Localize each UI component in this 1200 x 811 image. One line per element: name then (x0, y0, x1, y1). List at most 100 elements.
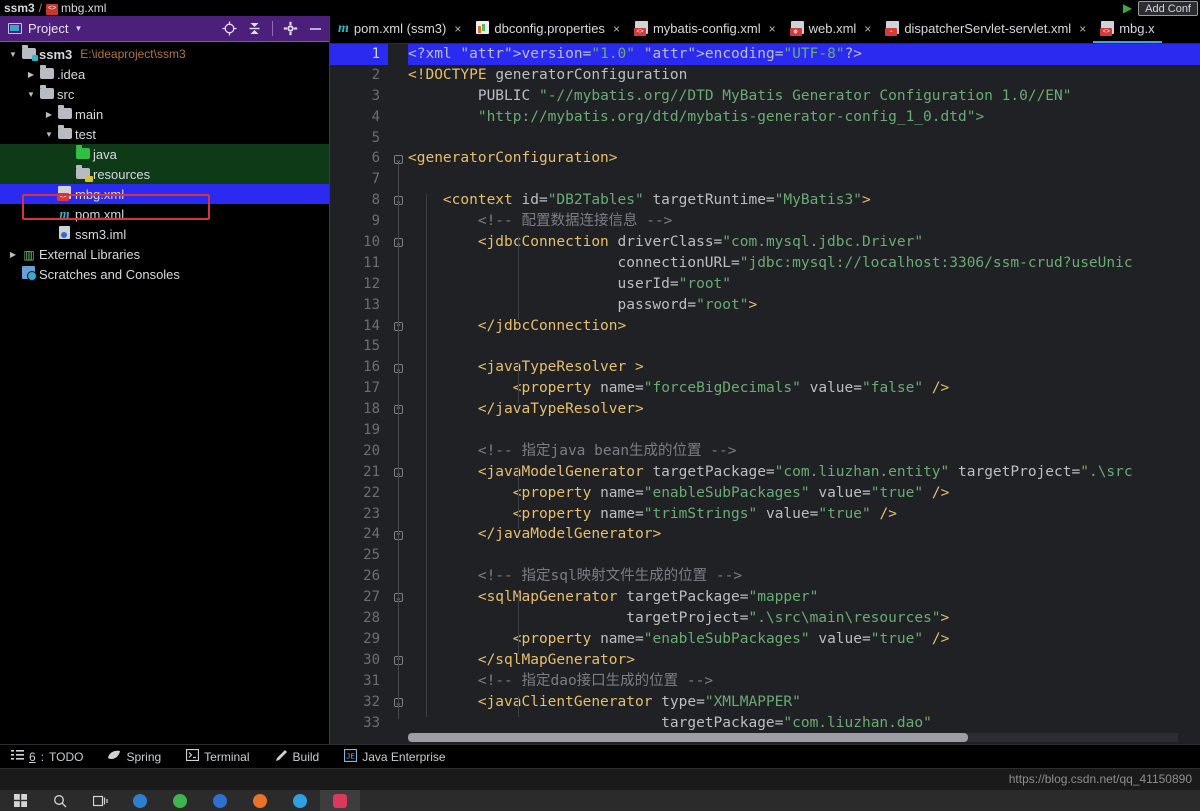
chevron-right-icon[interactable]: ▶ (6, 250, 20, 259)
close-icon[interactable]: × (613, 22, 620, 36)
editor-tab-pom-xml-ssm3-[interactable]: mpom.xml (ssm3)× (330, 16, 468, 43)
editor-tab-bar[interactable]: mpom.xml (ssm3)×dbconfig.properties×myba… (330, 16, 1200, 44)
tree-node-ssm3[interactable]: ▼ssm3E:\ideaproject\ssm3 (0, 44, 329, 64)
folder-icon (56, 127, 73, 142)
line-number: 31 (330, 671, 388, 692)
tree-node-label: .idea (57, 67, 85, 82)
taskbar-intellij-idea-icon[interactable] (320, 790, 360, 811)
taskbar-search-icon[interactable] (40, 790, 80, 811)
tool-window-button-build[interactable]: Build (264, 749, 334, 765)
tree-node-src[interactable]: ▼src (0, 84, 329, 104)
taskbar-cloud-app-icon[interactable] (280, 790, 320, 811)
spring-leaf-icon (107, 749, 121, 765)
tree-node-mbg-xml[interactable]: mbg.xml (0, 184, 329, 204)
editor-horizontal-scrollbar[interactable] (408, 733, 1178, 742)
close-icon[interactable]: × (454, 22, 461, 36)
chevron-down-icon[interactable]: ▼ (42, 130, 56, 139)
scrollbar-thumb[interactable] (408, 733, 968, 742)
line-number: 6 (330, 148, 388, 169)
chevron-right-icon[interactable]: ▶ (24, 70, 38, 79)
locate-icon[interactable] (222, 21, 237, 36)
folder-icon (56, 107, 73, 122)
fold-region-line (398, 706, 399, 719)
settings-gear-icon[interactable] (283, 21, 298, 36)
taskbar-edge-browser-icon[interactable] (120, 790, 160, 811)
code-line: <javaClientGenerator type="XMLMAPPER" (408, 692, 1200, 713)
close-icon[interactable]: × (1079, 22, 1086, 36)
line-number: 33 (330, 713, 388, 734)
tool-window-bar[interactable]: 6:TODOSpringTerminalBuildJEJava Enterpri… (0, 744, 1200, 768)
code-editor[interactable]: 1234567891011121314151617181920212223242… (330, 44, 1200, 744)
taskbar-task-view-icon[interactable] (80, 790, 120, 811)
code-line: <property name="trimStrings" value="true… (408, 504, 1200, 525)
tree-node--idea[interactable]: ▶ .idea (0, 64, 329, 84)
indent-guide (518, 236, 519, 320)
tree-node-label: mbg.xml (75, 187, 124, 202)
tree-node-external-libraries[interactable]: ▶▥External Libraries (0, 244, 329, 264)
todo-list-icon (10, 749, 24, 765)
taskbar-start-button-icon[interactable] (0, 790, 40, 811)
taskbar-green-browser-icon[interactable] (160, 790, 200, 811)
tree-node-resources[interactable]: resources (0, 164, 329, 184)
tree-node-java[interactable]: java (0, 144, 329, 164)
code-line: </javaModelGenerator> (408, 524, 1200, 545)
line-number: 4 (330, 107, 388, 128)
code-line: <javaTypeResolver > (408, 357, 1200, 378)
editor-tab-dispatcherservlet-servlet-xml[interactable]: dispatcherServlet-servlet.xml × (878, 16, 1093, 43)
close-icon[interactable]: × (864, 22, 871, 36)
minimize-icon[interactable] (308, 21, 323, 36)
line-number: 26 (330, 566, 388, 587)
xml-file-icon (56, 186, 73, 202)
taskbar-firefox-icon[interactable] (240, 790, 280, 811)
chevron-down-icon[interactable]: ▼ (6, 50, 20, 59)
line-number: 27 (330, 587, 388, 608)
project-panel-title[interactable]: Project (28, 21, 68, 36)
tree-node-pom-xml[interactable]: mpom.xml (0, 204, 329, 224)
code-line: <!-- 指定sql映射文件生成的位置 --> (408, 566, 1200, 587)
tree-node-label: java (93, 147, 117, 162)
editor-tab-label: mybatis-config.xml (653, 21, 761, 36)
chevron-right-icon[interactable]: ▶ (42, 110, 56, 119)
tree-node-test[interactable]: ▼test (0, 124, 329, 144)
code-line: <!DOCTYPE generatorConfiguration (408, 65, 1200, 86)
editor-code-area[interactable]: <?xml "attr">version="1.0" "attr">encodi… (408, 44, 1200, 744)
editor-gutter[interactable]: 1234567891011121314151617181920212223242… (330, 44, 388, 744)
code-line (408, 545, 1200, 566)
editor-tab-label: dispatcherServlet-servlet.xml (904, 21, 1071, 36)
tool-window-button-spring[interactable]: Spring (97, 749, 175, 765)
tree-node-scratches-and-consoles[interactable]: Scratches and Consoles (0, 264, 329, 284)
tree-node-ssm3-iml[interactable]: ssm3.iml (0, 224, 329, 244)
collapse-all-icon[interactable] (247, 21, 262, 36)
libraries-icon: ▥ (20, 247, 37, 262)
test-source-folder-icon (74, 147, 91, 162)
tree-node-main[interactable]: ▶main (0, 104, 329, 124)
tool-window-button-terminal[interactable]: Terminal (175, 749, 263, 764)
run-arrow-icon[interactable]: ▶ (1123, 1, 1132, 15)
breadcrumb-file[interactable]: mbg.xml (61, 1, 106, 15)
close-icon[interactable]: × (769, 22, 776, 36)
editor-tab-mybatis-config-xml[interactable]: mybatis-config.xml × (627, 16, 783, 43)
line-number: 28 (330, 608, 388, 629)
taskbar-blue-app-icon[interactable] (200, 790, 240, 811)
editor-tab-mbg-x[interactable]: mbg.x (1093, 16, 1161, 43)
xml-file-icon: <> (46, 4, 58, 15)
editor-tab-dbconfig-properties[interactable]: dbconfig.properties× (468, 16, 627, 43)
indent-guide (518, 696, 519, 717)
indent-guide (426, 194, 427, 717)
chevron-down-icon[interactable]: ▼ (74, 24, 82, 33)
line-number: 21 (330, 462, 388, 483)
tool-window-button-java-enterprise[interactable]: JEJava Enterprise (333, 749, 459, 765)
breadcrumb-project[interactable]: ssm3 (4, 1, 35, 15)
web-xml-file-icon (791, 21, 804, 37)
tool-window-button-label: TODO (49, 750, 83, 764)
project-tree[interactable]: ▼ssm3E:\ideaproject\ssm3▶.idea▼src▶main▼… (0, 42, 329, 284)
windows-taskbar[interactable] (0, 790, 1200, 811)
chevron-down-icon[interactable]: ▼ (24, 90, 38, 99)
add-configuration-button[interactable]: Add Conf (1138, 1, 1198, 16)
editor-tab-web-xml[interactable]: web.xml× (783, 16, 879, 43)
editor-fold-column[interactable]: ⌄⌄⌄⌃⌄⌃⌄⌃⌄⌃⌄ (388, 44, 408, 744)
tool-window-button-todo[interactable]: 6:TODO (0, 749, 97, 765)
code-line: <property name="forceBigDecimals" value=… (408, 378, 1200, 399)
code-line: <generatorConfiguration> (408, 148, 1200, 169)
spring-xml-file-icon (886, 21, 899, 37)
